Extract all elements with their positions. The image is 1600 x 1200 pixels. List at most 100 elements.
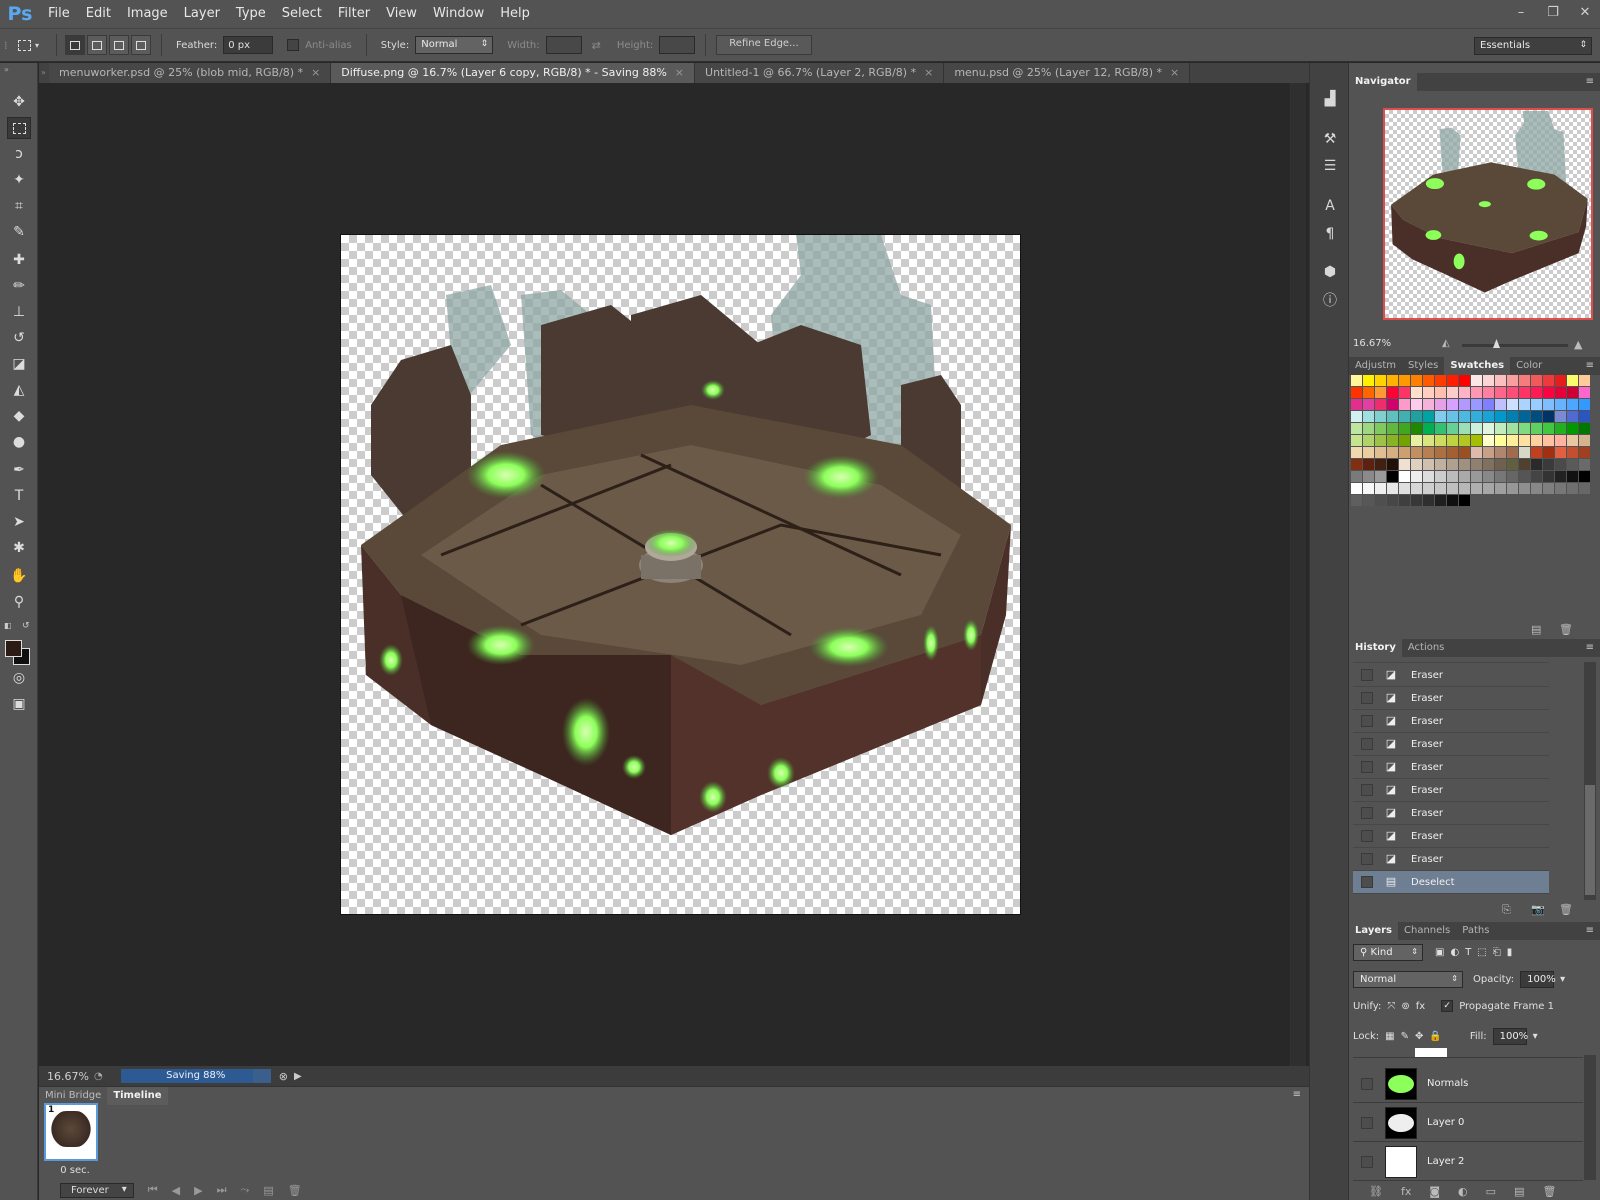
color-swatch[interactable] (1567, 387, 1578, 398)
color-swatch[interactable] (1363, 399, 1374, 410)
color-swatch[interactable] (1531, 435, 1542, 446)
panel-menu-icon[interactable]: ≡ (1586, 642, 1594, 653)
collapse-icon[interactable]: » (4, 65, 9, 74)
color-swatch[interactable] (1375, 411, 1386, 422)
color-swatch[interactable] (1555, 471, 1566, 482)
color-swatch[interactable] (1435, 423, 1446, 434)
color-swatch[interactable] (1471, 471, 1482, 482)
color-swatch[interactable] (1423, 459, 1434, 470)
history-row[interactable]: ◪ Eraser (1353, 756, 1549, 779)
filter-toggle-icon[interactable]: ▮ (1507, 947, 1513, 958)
tab-paths[interactable]: Paths (1456, 922, 1495, 940)
zoom-in-icon[interactable]: ▲ (1574, 338, 1582, 351)
color-swatch[interactable] (1375, 495, 1386, 506)
color-swatch[interactable] (1543, 435, 1554, 446)
minimize-icon[interactable]: – (1512, 5, 1530, 20)
history-source-checkbox[interactable] (1361, 784, 1373, 796)
color-swatch[interactable] (1411, 435, 1422, 446)
blur-tool-icon[interactable]: ◆ (7, 405, 31, 427)
loop-select[interactable]: Forever (60, 1182, 134, 1198)
color-swatch[interactable] (1555, 387, 1566, 398)
clone-stamp-icon[interactable]: ⊥ (7, 301, 31, 323)
history-row[interactable]: ◪ Eraser (1353, 779, 1549, 802)
color-swatch[interactable] (1351, 447, 1362, 458)
link-layers-icon[interactable]: ⛓ (1369, 1185, 1383, 1198)
info-icon[interactable]: ⓘ (1319, 289, 1341, 311)
color-swatch[interactable] (1411, 447, 1422, 458)
collapse-icon[interactable]: » (39, 63, 49, 83)
color-swatch[interactable] (1567, 459, 1578, 470)
color-swatch[interactable] (1459, 495, 1470, 506)
color-swatch[interactable] (1363, 459, 1374, 470)
color-swatch[interactable] (1483, 387, 1494, 398)
color-swatch[interactable] (1351, 435, 1362, 446)
layer-mask-icon[interactable]: ◙ (1429, 1185, 1440, 1198)
menu-filter[interactable]: Filter (330, 0, 378, 28)
color-swatch[interactable] (1435, 495, 1446, 506)
color-swatch[interactable] (1435, 399, 1446, 410)
history-brush-icon[interactable]: ↺ (7, 327, 31, 349)
color-swatch[interactable] (1495, 399, 1506, 410)
panel-menu-icon[interactable]: ≡ (1586, 360, 1594, 371)
navigator-preview[interactable] (1383, 108, 1593, 320)
color-swatch[interactable] (1399, 375, 1410, 386)
chevron-down-icon[interactable]: ▾ (1533, 1031, 1538, 1042)
color-swatch[interactable] (1351, 387, 1362, 398)
adjustment-filter-icon[interactable]: ◐ (1450, 947, 1459, 958)
color-swatch[interactable] (1387, 387, 1398, 398)
color-swatch[interactable] (1519, 483, 1530, 494)
move-tool-icon[interactable]: ✥ (7, 91, 31, 113)
history-row[interactable]: ◪ Eraser (1353, 848, 1549, 871)
color-swatch[interactable] (1387, 375, 1398, 386)
color-swatch[interactable] (1531, 375, 1542, 386)
history-row[interactable]: ◪ Eraser (1353, 825, 1549, 848)
eyedropper-icon[interactable]: ✎ (7, 221, 31, 243)
color-swatch[interactable] (1423, 447, 1434, 458)
color-swatch[interactable] (1387, 483, 1398, 494)
color-swatch[interactable] (1411, 483, 1422, 494)
color-swatch[interactable] (1519, 411, 1530, 422)
color-swatch[interactable] (1507, 459, 1518, 470)
new-group-icon[interactable]: ▭ (1486, 1185, 1496, 1198)
color-swatch[interactable] (1363, 423, 1374, 434)
opacity-input[interactable]: 100% (1520, 971, 1556, 988)
color-swatch[interactable] (1567, 399, 1578, 410)
color-swatch[interactable] (1363, 387, 1374, 398)
color-swatch[interactable] (1471, 375, 1482, 386)
color-swatch[interactable] (1579, 483, 1590, 494)
color-swatch[interactable] (1531, 387, 1542, 398)
color-swatch[interactable] (1567, 411, 1578, 422)
color-swatch[interactable] (1387, 447, 1398, 458)
menu-select[interactable]: Select (274, 0, 330, 28)
color-swatch[interactable] (1447, 375, 1458, 386)
history-source-checkbox[interactable] (1361, 853, 1373, 865)
color-swatch[interactable] (1471, 423, 1482, 434)
color-swatch[interactable] (1507, 483, 1518, 494)
color-swatch[interactable] (1459, 375, 1470, 386)
color-swatch[interactable] (1411, 411, 1422, 422)
navigator-zoom[interactable]: 16.67% (1353, 338, 1391, 349)
history-source-checkbox[interactable] (1361, 738, 1373, 750)
close-icon[interactable]: ✕ (1576, 5, 1594, 20)
new-swatch-icon[interactable]: ▤ (1531, 623, 1541, 636)
color-swatch[interactable] (1579, 399, 1590, 410)
tab-timeline[interactable]: Timeline (107, 1087, 168, 1105)
color-swatch[interactable] (1423, 411, 1434, 422)
delete-frame-icon[interactable]: 🗑 (288, 1184, 302, 1197)
play-icon[interactable]: ▶ (194, 1184, 202, 1197)
color-swatch[interactable] (1495, 423, 1506, 434)
color-swatch[interactable] (1531, 483, 1542, 494)
color-swatch[interactable] (1351, 483, 1362, 494)
color-swatch[interactable] (1351, 495, 1362, 506)
color-swatch[interactable] (1555, 423, 1566, 434)
color-swatch[interactable] (1423, 435, 1434, 446)
color-swatch[interactable] (1543, 483, 1554, 494)
layers-scrollbar[interactable] (1584, 1055, 1596, 1180)
tab-swatches[interactable]: Swatches (1444, 357, 1511, 375)
lock-pixels-icon[interactable]: ✎ (1401, 1031, 1409, 1042)
default-colors-icon[interactable]: ◧ (4, 621, 12, 630)
color-swatch[interactable] (1483, 459, 1494, 470)
layer-row[interactable]: Layer 2 (1353, 1143, 1583, 1181)
brush-tool-icon[interactable]: ✏ (7, 275, 31, 297)
tab-color[interactable]: Color (1510, 357, 1548, 375)
